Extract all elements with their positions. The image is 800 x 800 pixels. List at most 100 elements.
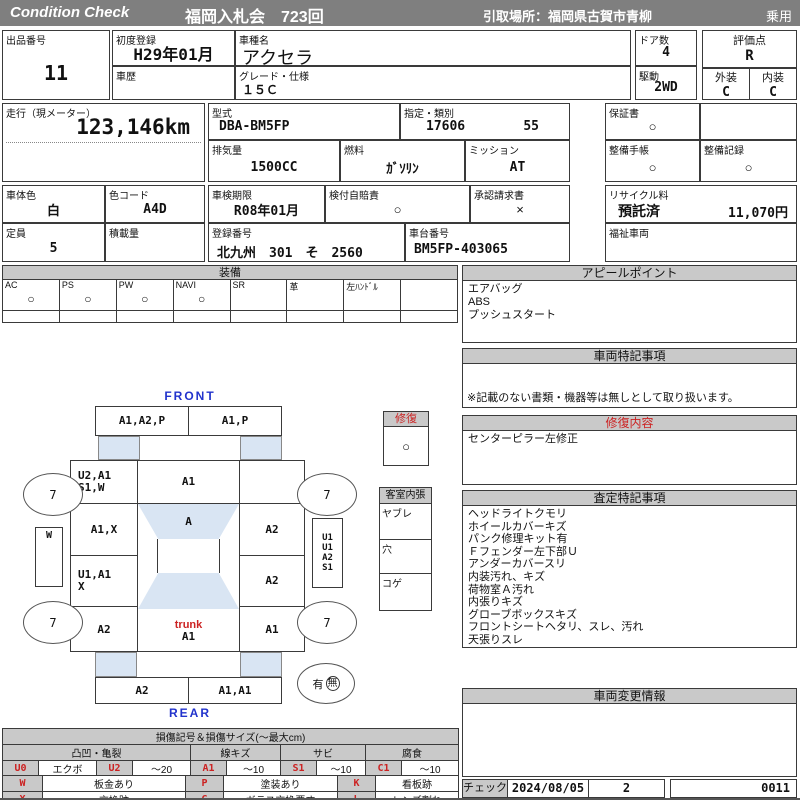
cabin-item-tear: ヤブレ [380,504,431,540]
legend-desc: 看板跡 [375,775,459,792]
body-color-label: 車体色 [6,191,36,202]
divider [6,142,201,143]
load-box: 積載量 [105,223,205,262]
interior-value: C [769,85,777,100]
spare-tire-yes: 有 [312,678,324,691]
legend-code: K [337,775,376,792]
car-body: U2,A1 S1,W A1,X U1,A1 X A2 A1 A trunk A1… [70,460,305,652]
empty-cell [700,103,797,140]
equipment-label: PW [118,280,134,290]
check-row: チェック 2024/08/05 2 [462,779,665,798]
vehicle-category: 乗用 [765,9,792,24]
class-number-value: 55 [523,119,539,134]
fuel-box: 燃料 ｶﾞｿﾘﾝ [340,140,465,182]
repair-history-mark: ○ [402,438,410,454]
rear-bumper: A2 A1,A1 [95,677,282,704]
score-box: 評価点 R [702,30,797,68]
exterior-value: C [722,85,730,100]
serial-number-box: 0011 [670,779,797,798]
side-sill-left: W [35,527,63,587]
doors-box: ドア数 4 [635,30,697,66]
transmission-box: ミッション AT [465,140,570,182]
auction-title: 福岡入札会 723回 [185,9,324,26]
fender-rear-right-damage: A1 [265,623,279,636]
trunk-damage: A1 [181,630,196,643]
repair-detail-title: 修復内容 [463,416,796,431]
grade-box: グレード・仕様 １５Ｃ [235,66,631,100]
mileage-label: 走行（現メーター） [6,109,96,120]
equipment-cell-extra [401,280,457,310]
cabin-item-burn: コゲ [382,579,402,590]
interior-score-box: 内装 C [749,68,797,100]
legend-group-rust: サビ [280,744,366,761]
spare-tire-no-circled: 無 [325,676,340,691]
spare-tire-indicator: 有 無 [297,663,355,704]
roof-panel [157,539,220,573]
appeal-points-title: アピールポイント [463,266,796,281]
legend-desc: 塗装あり [223,775,338,792]
type-class-box: 指定・類別 17606 55 [400,103,570,140]
equipment-cell-lhd: 左ﾊﾝﾄﾞﾙ [344,280,402,310]
grade-value: １５Ｃ [242,83,279,97]
first-registration-box: 初度登録 H29年01月 [112,30,235,66]
maintenance-book-box: 整備手帳 ○ [605,140,700,182]
grade-label: グレード・仕様 [239,72,309,83]
insurance-label: 検付自賠責 [329,191,379,202]
appeal-point-item: プッシュスタート [468,309,556,321]
equipment-table: 装備 AC ○ PS ○ PW ○ NAVI ○ SR 革 左ﾊﾝﾄﾞﾙ [2,265,458,323]
legend-code: W [2,775,43,792]
first-registration-label: 初度登録 [116,36,156,47]
vehicle-notes-disclaimer: ※記載のない書類・機器等は無しとして取り扱います。 [467,392,739,404]
repair-detail-content: センターピラー左修正 [468,433,578,445]
legend-group-scratch: 線キズ [190,744,281,761]
recycle-fee-value: 11,070円 [728,206,788,221]
insurance-box: 検付自賠責 ○ [325,185,470,223]
rear-bumper-left: A2 [96,678,189,703]
change-info-box: 車両変更情報 [462,688,797,777]
cabin-lining-box: 客室内張 ヤブレ 穴 コゲ [379,487,432,611]
approval-box: 承認請求書 × [470,185,570,223]
equipment-row: AC ○ PS ○ PW ○ NAVI ○ SR 革 左ﾊﾝﾄﾞﾙ [3,280,457,311]
capacity-label: 定員 [6,229,26,240]
assessment-notes-box: 査定特記事項 ヘッドライトクモリ ホイールカバーキズ パンク修理キット有 Ｆフェ… [462,490,797,648]
rear-pillar-right [240,652,282,677]
recycle-fee-label: リサイクル料 [609,191,669,202]
equipment-label: PS [61,280,74,290]
appeal-points-box: アピールポイント エアバッグ ABS プッシュスタート [462,265,797,343]
assessment-item: アンダーカバースリ [468,558,567,571]
front-pillar-right [240,436,282,460]
side-sill-right-damage: A2 [322,553,333,563]
capacity-box: 定員 5 [2,223,105,262]
equipment-empty-row [3,311,457,323]
door-rear-left-damage: U1,A1 [78,568,112,581]
rear-window [138,573,239,609]
equipment-cell-navi: NAVI ○ [174,280,231,310]
side-sill-right: U1 U1 A2 S1 [312,518,343,588]
score-value: R [745,48,754,64]
wheel-rear-left: 7 [23,601,83,644]
mileage-box: 走行（現メーター） 123,146km [2,103,205,182]
diagram-rear-label: REAR [168,706,211,720]
side-sill-left-damage: W [45,530,53,541]
appeal-point-item: ABS [468,296,491,308]
doors-label: ドア数 [639,36,669,47]
welfare-box: 福祉車両 [605,223,797,262]
windshield-damage: A [138,504,239,539]
assessment-item: 荷物室Ａ汚れ [468,583,534,596]
equipment-label: AC [5,280,18,290]
recycle-fee-box: リサイクル料 預託済 11,070円 [605,185,797,223]
assessment-item: 内装汚れ、キズ [468,570,546,583]
wheel-rear-right: 7 [297,601,357,644]
check-label: チェック [463,780,508,797]
equipment-label: SR [232,280,246,290]
equipment-label: 革 [289,282,299,292]
displacement-label: 排気量 [212,146,242,157]
hood-damage: A1 [138,461,239,504]
check-date: 2024/08/05 [508,780,589,797]
history-box: 車歴 [112,66,235,100]
change-info-content [463,704,796,708]
assessment-item: Ｆフェンダー左下部Ｕ [468,545,578,558]
assessment-item: 内張りキズ [468,596,523,609]
warranty-box: 保証書 ○ [605,103,700,140]
pickup-location: 引取場所：福岡県古賀市青柳 [483,9,653,24]
